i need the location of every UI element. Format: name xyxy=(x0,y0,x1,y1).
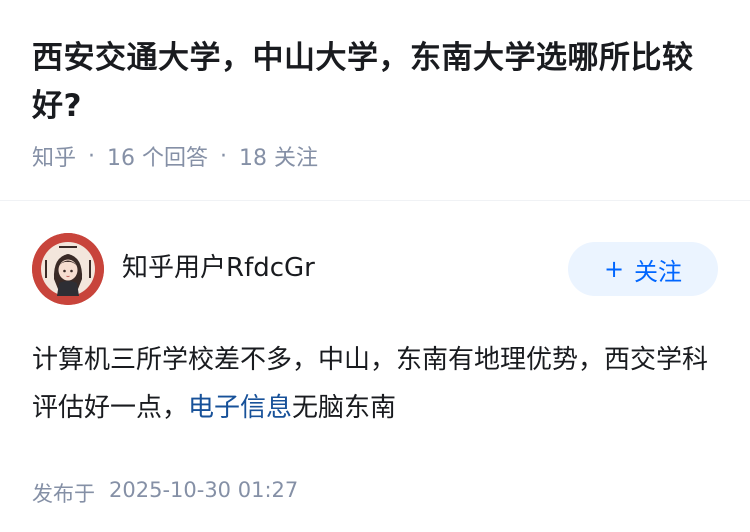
answer-content: 计算机三所学校差不多，中山，东南有地理优势，西交学科评估好一点，电子信息无脑东南 xyxy=(32,336,718,432)
girl-avatar-icon xyxy=(32,233,104,305)
answer-count[interactable]: 16 个回答 xyxy=(107,140,208,172)
meta-separator: · xyxy=(88,143,96,169)
keyword-link[interactable]: 电子信息 xyxy=(188,393,292,423)
author-name[interactable]: 知乎用户RfdcGr xyxy=(122,247,568,284)
author-row: 知乎用户RfdcGr + 关注 xyxy=(32,232,718,306)
publish-label: 发布于 xyxy=(32,482,95,506)
publish-info: 发布于 2025-10-30 01:27 xyxy=(32,478,718,508)
follow-label: 关注 xyxy=(634,257,683,286)
question-meta: 知乎 · 16 个回答 · 18 关注 xyxy=(32,138,722,174)
source-label[interactable]: 知乎 xyxy=(32,140,76,172)
question-header: 西安交通大学，中山大学，东南大学选哪所比较好? 知乎 · 16 个回答 · 18… xyxy=(32,34,722,174)
answer-text: 无脑东南 xyxy=(292,393,397,423)
publish-date: 2025-10-30 01:27 xyxy=(109,478,299,502)
avatar[interactable] xyxy=(32,233,104,305)
section-divider xyxy=(0,200,750,201)
follow-button[interactable]: + 关注 xyxy=(568,242,718,296)
plus-icon: + xyxy=(603,255,625,283)
follower-count[interactable]: 18 关注 xyxy=(239,140,318,172)
meta-separator: · xyxy=(220,143,228,169)
answer-card: 知乎用户RfdcGr + 关注 计算机三所学校差不多，中山，东南有地理优势，西交… xyxy=(32,232,718,508)
question-title[interactable]: 西安交通大学，中山大学，东南大学选哪所比较好? xyxy=(32,34,722,130)
